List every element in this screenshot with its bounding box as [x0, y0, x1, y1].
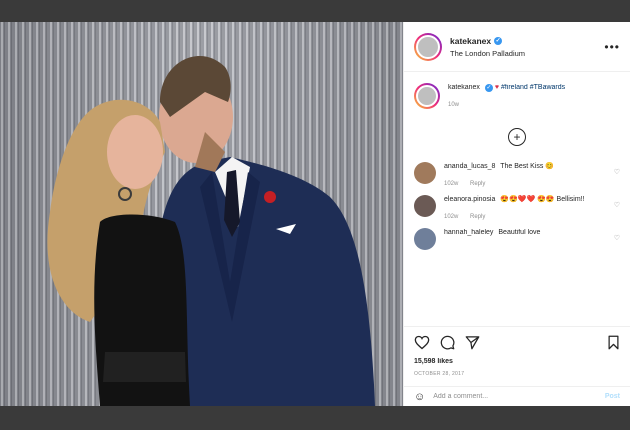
- caption-avatar[interactable]: [414, 83, 440, 109]
- heart-emoji-icon: ♥: [494, 84, 499, 91]
- comment-text: Beautiful love: [498, 229, 541, 236]
- comment-username[interactable]: ananda_lucas_8: [444, 163, 495, 170]
- post-photo-image: [0, 22, 403, 406]
- comment-icon[interactable]: [440, 335, 455, 350]
- add-comment-bar: ☺ Post: [404, 386, 630, 406]
- comment-time: 102w: [444, 214, 459, 220]
- comment-avatar[interactable]: [414, 162, 436, 184]
- comment-time: 102w: [444, 181, 459, 187]
- share-icon[interactable]: [465, 335, 480, 350]
- verified-badge-icon: ✓: [484, 84, 493, 92]
- username-label[interactable]: katekanex: [450, 36, 491, 46]
- smile-icon[interactable]: ☺: [414, 391, 425, 403]
- comment-row: hannah_haleley Beautiful love ♡: [414, 228, 620, 250]
- comment-avatar[interactable]: [414, 195, 436, 217]
- post-modal: katekanex ✓ The London Palladium ••• kat…: [0, 22, 630, 406]
- load-more-comments[interactable]: +: [414, 128, 620, 146]
- comment-input[interactable]: [433, 393, 605, 400]
- caption-body: katekanex ✓ ♥ #fireland #TBawards 10w: [448, 83, 620, 110]
- post-actions: 15,598 likes OCTOBER 28, 2017: [404, 326, 630, 377]
- comments-list[interactable]: katekanex ✓ ♥ #fireland #TBawards 10w + …: [404, 73, 630, 326]
- likes-count[interactable]: 15,598 likes: [414, 358, 620, 365]
- comment-like-icon[interactable]: ♡: [614, 168, 620, 176]
- comment-body: eleanora.pinosia 😍😍❤️❤️ 😍😍 Bellisim!! 10…: [444, 195, 620, 222]
- comment-row: eleanora.pinosia 😍😍❤️❤️ 😍😍 Bellisim!! 10…: [414, 195, 620, 222]
- post-photo[interactable]: [0, 22, 403, 406]
- comment-emoji: 😍😍❤️❤️ 😍😍: [500, 196, 555, 203]
- post-date: OCTOBER 28, 2017: [414, 371, 465, 377]
- comment-username[interactable]: hannah_haleley: [444, 229, 493, 236]
- action-icons: [414, 335, 620, 350]
- bookmark-icon[interactable]: [607, 335, 620, 350]
- caption-tags[interactable]: #fireland #TBawards: [501, 84, 565, 91]
- comment-meta: 102w Reply: [444, 212, 620, 222]
- post-comment-button[interactable]: Post: [605, 393, 620, 400]
- caption-time: 10w: [448, 102, 460, 108]
- avatar[interactable]: [414, 32, 442, 61]
- comment-like-icon[interactable]: ♡: [614, 234, 620, 242]
- verified-badge-icon: ✓: [494, 36, 503, 45]
- comment-text: The Best Kiss: [500, 163, 544, 170]
- caption: katekanex ✓ ♥ #fireland #TBawards 10w: [414, 83, 620, 110]
- heart-icon[interactable]: [414, 335, 430, 350]
- comment-text: Bellisim!!: [556, 196, 585, 203]
- caption-username[interactable]: katekanex: [448, 84, 480, 91]
- post-header-text: katekanex ✓ The London Palladium: [450, 36, 604, 58]
- comment-username[interactable]: eleanora.pinosia: [444, 196, 495, 203]
- comment-body: hannah_haleley Beautiful love: [444, 228, 620, 238]
- plus-circle-icon[interactable]: +: [508, 128, 526, 146]
- comment-avatar[interactable]: [414, 228, 436, 250]
- more-horizontal-icon[interactable]: •••: [604, 40, 620, 54]
- comment-like-icon[interactable]: ♡: [614, 201, 620, 209]
- comment-body: ananda_lucas_8 The Best Kiss 😊 102w Repl…: [444, 162, 620, 189]
- post-username[interactable]: katekanex ✓: [450, 36, 604, 46]
- reply-link[interactable]: Reply: [470, 214, 485, 220]
- comment-row: ananda_lucas_8 The Best Kiss 😊 102w Repl…: [414, 162, 620, 189]
- comment-emoji: 😊: [545, 163, 555, 170]
- post-location[interactable]: The London Palladium: [450, 49, 604, 58]
- post-header: katekanex ✓ The London Palladium •••: [404, 22, 630, 72]
- reply-link[interactable]: Reply: [470, 181, 485, 187]
- comment-meta: 102w Reply: [444, 179, 620, 189]
- post-side-panel: katekanex ✓ The London Palladium ••• kat…: [403, 22, 630, 406]
